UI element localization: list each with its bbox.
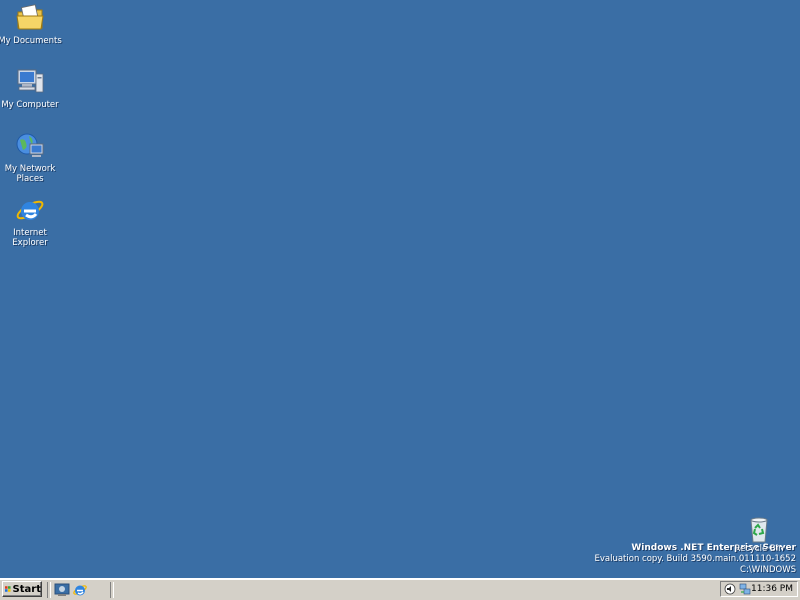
- network-status-icon[interactable]: [739, 583, 751, 595]
- folder-documents-icon: [16, 4, 44, 30]
- network-places-icon: [16, 133, 44, 157]
- desktop-icon-label: Recycle Bin: [734, 544, 784, 554]
- desktop[interactable]: My Documents My Computer My Network Plac…: [0, 0, 800, 578]
- system-tray: 11:36 PM: [720, 581, 798, 597]
- clock[interactable]: 11:36 PM: [751, 584, 793, 594]
- desktop-icon-label: My Documents: [0, 36, 62, 46]
- internet-explorer-icon[interactable]: [72, 582, 88, 598]
- desktop-icon-my-network-places[interactable]: My Network Places: [0, 130, 62, 184]
- desktop-icon-label: My Computer: [1, 100, 59, 110]
- desktop-icon-label: Internet Explorer: [12, 228, 48, 248]
- start-label: Start: [12, 583, 41, 595]
- taskbar-separator: [47, 582, 51, 598]
- recycle-bin-icon: [750, 517, 768, 543]
- watermark-path: C:\WINDOWS: [740, 565, 796, 575]
- desktop-icon-my-documents[interactable]: My Documents: [0, 2, 62, 46]
- speaker-icon[interactable]: [724, 583, 736, 595]
- desktop-icon-recycle-bin[interactable]: Recycle Bin: [727, 514, 791, 558]
- desktop-icon-internet-explorer[interactable]: Internet Explorer: [0, 194, 62, 248]
- show-desktop-icon[interactable]: [54, 582, 70, 598]
- desktop-icon-label: My Network Places: [4, 164, 56, 184]
- windows-logo-icon: [5, 586, 11, 592]
- internet-explorer-icon: [16, 200, 44, 220]
- start-button[interactable]: Start: [2, 581, 42, 597]
- taskbar-separator: [110, 582, 114, 598]
- taskbar: Start 11:36 PM: [0, 578, 800, 600]
- desktop-icon-my-computer[interactable]: My Computer: [0, 66, 62, 110]
- computer-icon: [17, 69, 44, 93]
